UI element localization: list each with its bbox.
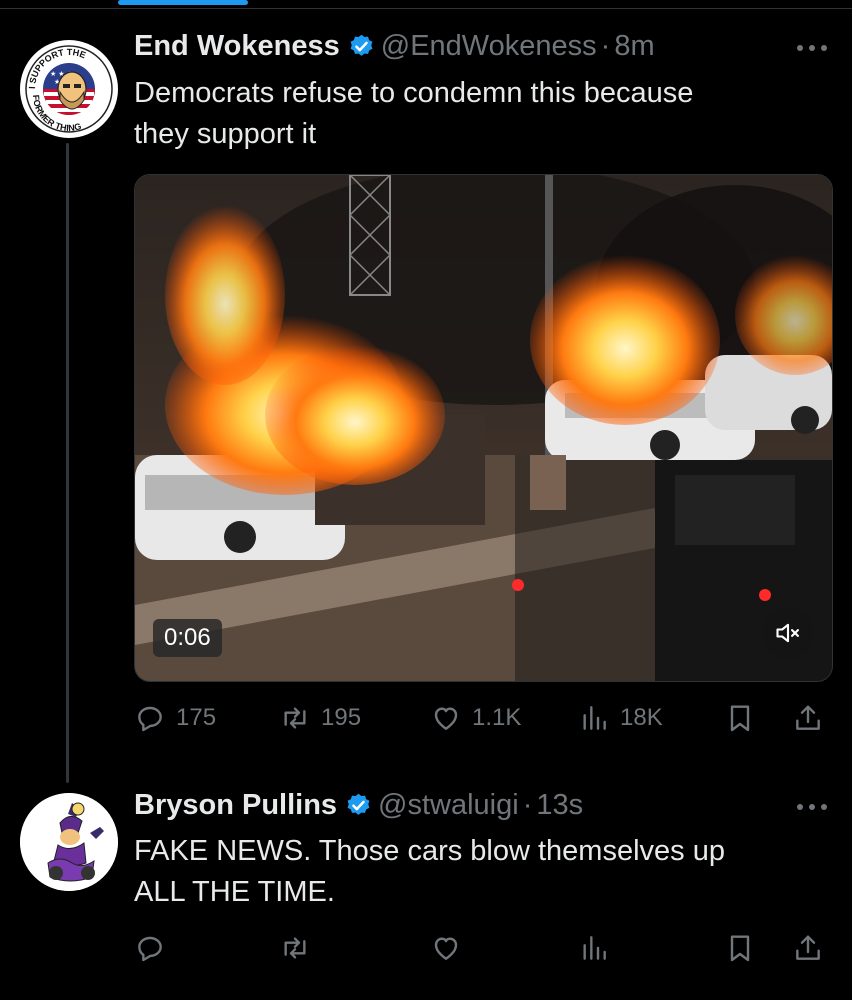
repost-icon: [284, 937, 306, 959]
bookmark-icon: [730, 705, 750, 732]
tweet-actions: [134, 928, 834, 968]
author-handle[interactable]: @stwaluigi: [378, 789, 519, 822]
reply-icon: [138, 936, 162, 962]
more-icon[interactable]: [795, 802, 829, 812]
repost-count: 195: [321, 704, 362, 731]
separator-dot: ·: [600, 30, 611, 62]
bookmark-button[interactable]: [724, 928, 756, 968]
like-icon: [434, 937, 458, 960]
verified-badge-icon: [350, 34, 373, 56]
repost-button[interactable]: 195: [279, 698, 361, 738]
author-handle[interactable]: @EndWokeness: [381, 30, 597, 63]
reply-count: 175: [176, 704, 217, 731]
like-button[interactable]: [430, 928, 462, 968]
video-timestamp: 0:06: [153, 619, 222, 657]
share-button[interactable]: [792, 928, 824, 968]
views-icon: [583, 936, 606, 960]
views-button[interactable]: 18K: [578, 698, 663, 738]
bookmark-icon: [730, 935, 750, 962]
mute-icon: [776, 623, 799, 643]
views-button[interactable]: [578, 928, 610, 968]
share-icon: [796, 705, 820, 730]
verified-badge-icon: [347, 793, 370, 815]
bookmark-button[interactable]: [724, 698, 756, 738]
tweet-header: Bryson Pullins @stwaluigi · 13s: [134, 789, 583, 822]
tweet-text-line: ALL THE TIME.: [134, 876, 335, 908]
avatar-end-wokeness[interactable]: ★ ★ ★ ★ ★ I SUPPORT THE FORMER THING: [20, 40, 118, 138]
share-button[interactable]: [792, 698, 824, 738]
author-name[interactable]: Bryson Pullins: [134, 789, 337, 822]
tweet-header: End Wokeness @EndWokeness · 8m: [134, 30, 655, 63]
tweet-text-line: FAKE NEWS. Those cars blow themselves up: [134, 835, 725, 867]
author-name[interactable]: End Wokeness: [134, 30, 340, 63]
tweet-text-line: Democrats refuse to condemn this because: [134, 77, 694, 109]
thread-line: [66, 143, 69, 783]
tweet-actions: 175 195 1.1K 18K: [134, 698, 834, 738]
more-icon[interactable]: [795, 43, 829, 53]
like-button[interactable]: 1.1K: [430, 698, 521, 738]
avatar-bryson-pullins[interactable]: [20, 793, 118, 891]
repost-icon: [284, 707, 306, 729]
like-icon: [434, 707, 458, 730]
tweet-text: FAKE NEWS. Those cars blow themselves up…: [134, 831, 824, 913]
like-count: 1.1K: [472, 704, 522, 731]
post-time[interactable]: 13s: [536, 789, 583, 822]
view-count: 18K: [620, 704, 663, 731]
tweet-text-line: they support it: [134, 118, 317, 150]
tweet-text: Democrats refuse to condemn this because…: [134, 73, 824, 155]
active-tab-indicator: [118, 0, 248, 5]
views-icon: [583, 706, 606, 730]
post-time[interactable]: 8m: [614, 30, 654, 63]
reply-icon: [138, 706, 162, 732]
share-icon: [796, 935, 820, 960]
video-frame: [135, 175, 832, 681]
repost-button[interactable]: [279, 928, 311, 968]
video-player[interactable]: 0:06: [134, 174, 833, 682]
top-divider: [0, 8, 852, 9]
reply-button[interactable]: [134, 928, 166, 968]
reply-button[interactable]: 175: [134, 698, 216, 738]
separator-dot: ·: [522, 789, 533, 821]
mute-button[interactable]: [762, 607, 814, 659]
